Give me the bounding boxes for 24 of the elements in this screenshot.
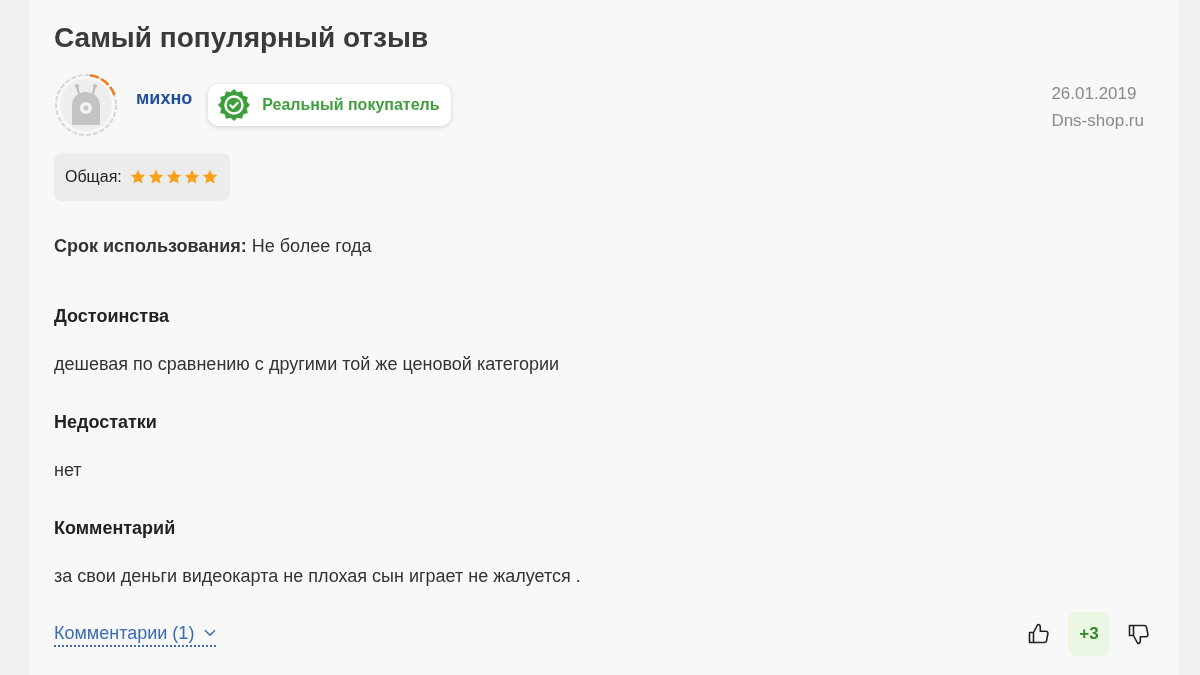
rating-label: Общая: (65, 168, 122, 186)
section-title: Самый популярный отзыв (54, 21, 430, 55)
star-icon (165, 169, 182, 185)
badge-label: Реальный покупатель (262, 96, 440, 114)
section-heading: Недостатки (54, 411, 158, 434)
section-text: за свои деньги видеокарта не плохая сын играет не жалуется . (54, 565, 582, 588)
section-text: нет (54, 459, 83, 482)
check-seal-icon (218, 89, 251, 121)
section-heading: Достоинства (54, 305, 170, 328)
robot-avatar-icon (54, 73, 118, 137)
thumbs-down-icon (1127, 622, 1151, 646)
section-text: дешевая по сравнению с другими той же ценовой категории (54, 353, 561, 376)
author-name-link[interactable]: михно (136, 86, 193, 110)
star-icon (183, 169, 200, 185)
vote-score: +3 (1068, 612, 1110, 656)
section-heading: Комментарий (54, 517, 177, 540)
review-source: Dns-shop.ru (1051, 110, 1144, 132)
comments-link[interactable]: Комментарии (1) (54, 621, 217, 647)
thumbs-up-icon (1027, 622, 1051, 646)
usage-period-text: Срок использования: Не более года (54, 235, 373, 258)
star-icon (129, 169, 146, 185)
star-icon (201, 169, 218, 185)
review-date: 26.01.2019 (1051, 83, 1137, 105)
star-icon (147, 169, 164, 185)
